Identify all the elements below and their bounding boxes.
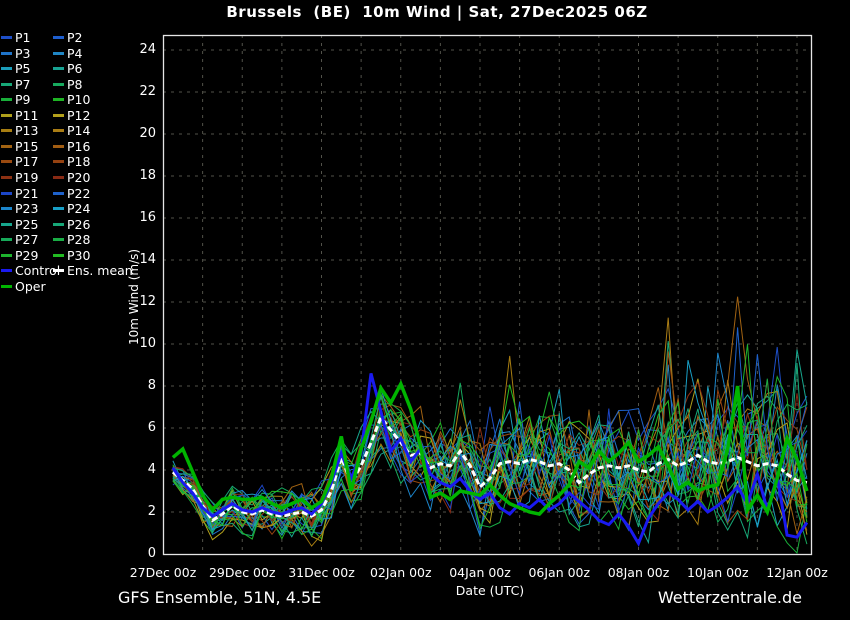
x-tick-label: 02Jan 00z [356,565,446,580]
gfs-ensemble-chart-screen: Brussels (BE) 10m Wind | Sat, 27Dec2025 … [0,0,850,620]
y-tick-label: 16 [116,210,156,226]
y-axis-title: 10m Wind (m/s) [127,249,141,345]
y-tick-label: 20 [116,126,156,142]
x-tick-label: 27Dec 00z [118,565,208,580]
y-tick-label: 6 [116,420,156,436]
y-tick-label: 22 [116,84,156,100]
y-tick-label: 18 [116,168,156,184]
y-tick-label: 2 [116,504,156,520]
footer-site-credit: Wetterzentrale.de [658,588,802,607]
y-tick-label: 8 [116,378,156,394]
x-tick-label: 04Jan 00z [435,565,525,580]
y-tick-label: 0 [116,546,156,562]
x-tick-label: 29Dec 00z [197,565,287,580]
x-axis-title: Date (UTC) [400,583,580,598]
footer-model-info: GFS Ensemble, 51N, 4.5E [118,588,321,607]
x-tick-label: 06Jan 00z [514,565,604,580]
y-tick-label: 24 [116,42,156,58]
x-tick-label: 10Jan 00z [673,565,763,580]
x-tick-label: 12Jan 00z [752,565,842,580]
x-tick-label: 31Dec 00z [277,565,367,580]
x-tick-label: 08Jan 00z [594,565,684,580]
y-tick-label: 4 [116,462,156,478]
